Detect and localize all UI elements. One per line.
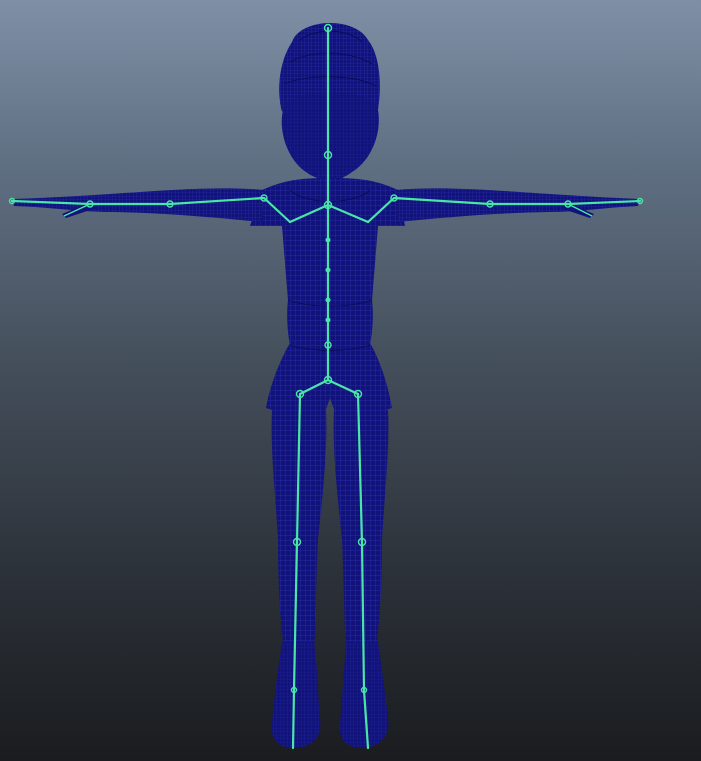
foot-bone-left[interactable]: [291, 688, 296, 750]
character-mesh[interactable]: [12, 22, 640, 748]
3d-viewport[interactable]: [0, 0, 701, 761]
boot-mesh-left[interactable]: [271, 642, 321, 748]
arm-mesh-left[interactable]: [12, 188, 264, 222]
head-mesh[interactable]: [281, 92, 379, 188]
character-rig-scene[interactable]: [0, 0, 701, 761]
arm-mesh-right[interactable]: [396, 188, 640, 222]
